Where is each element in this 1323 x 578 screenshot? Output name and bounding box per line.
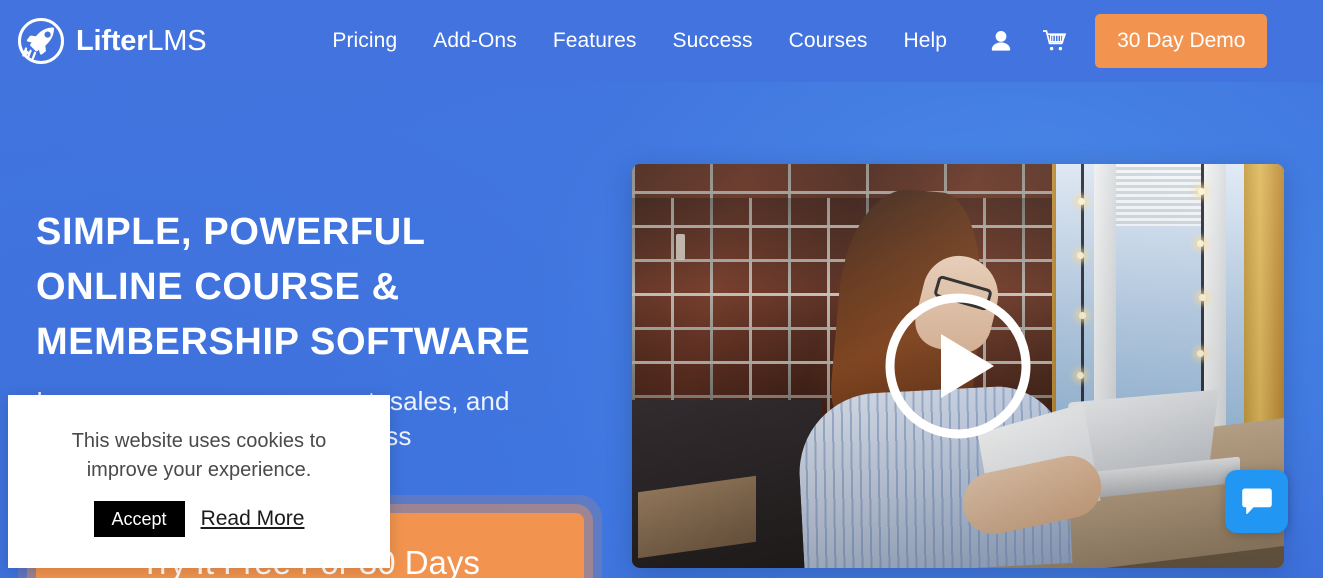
cookie-accept-button[interactable]: Accept bbox=[93, 500, 185, 537]
header-icon-group bbox=[979, 21, 1077, 61]
page-root: LifterLMS Pricing Add-Ons Features Succe… bbox=[0, 0, 1323, 578]
chat-bubble-icon bbox=[1241, 488, 1272, 514]
nav-item-pricing[interactable]: Pricing bbox=[314, 29, 415, 53]
chat-widget-button[interactable] bbox=[1225, 470, 1288, 533]
logo-brand-light: LMS bbox=[147, 24, 207, 57]
nav-item-success[interactable]: Success bbox=[655, 29, 771, 53]
nav-item-features[interactable]: Features bbox=[535, 29, 655, 53]
logo-wordmark: LifterLMS bbox=[76, 24, 207, 58]
cookie-message: This website uses cookies to improve you… bbox=[71, 429, 327, 481]
rocket-in-circle-icon bbox=[18, 18, 64, 64]
cart-icon[interactable] bbox=[1033, 21, 1077, 61]
nav-item-add-ons[interactable]: Add-Ons bbox=[415, 29, 535, 53]
hero-video-card[interactable] bbox=[632, 164, 1284, 568]
demo-button[interactable]: 30 Day Demo bbox=[1095, 14, 1268, 68]
play-button-icon[interactable] bbox=[882, 290, 1034, 442]
cookie-actions: Accept Read More bbox=[93, 500, 305, 537]
cookie-read-more-link[interactable]: Read More bbox=[201, 507, 305, 531]
hero-heading: Simple, Powerful Online Course & Members… bbox=[36, 211, 531, 363]
nav-item-courses[interactable]: Courses bbox=[771, 29, 886, 53]
site-header: LifterLMS Pricing Add-Ons Features Succe… bbox=[0, 0, 1323, 82]
cookie-consent-banner: This website uses cookies to improve you… bbox=[8, 395, 390, 568]
logo-brand-bold: Lifter bbox=[76, 24, 148, 57]
account-icon[interactable] bbox=[979, 21, 1023, 61]
nav-item-help[interactable]: Help bbox=[885, 29, 965, 53]
main-navigation: Pricing Add-Ons Features Success Courses… bbox=[314, 29, 965, 53]
site-logo[interactable]: LifterLMS bbox=[16, 16, 207, 66]
